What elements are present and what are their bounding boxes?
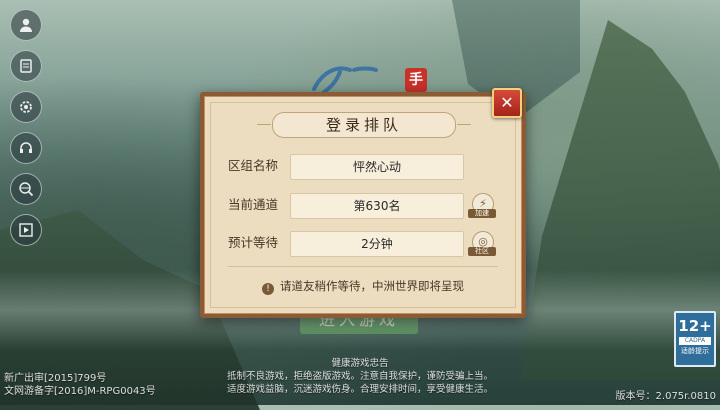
divider (228, 266, 498, 267)
logo-seal: 手 (405, 68, 427, 92)
version-label: 版本号：2.075r.0810 (615, 391, 716, 402)
left-sidebar (10, 9, 42, 255)
queue-label: 当前通道 (228, 197, 279, 212)
exclamation-icon: ! (262, 283, 274, 295)
wait-time-value: 2分钟 (290, 231, 464, 257)
notice-icon[interactable] (10, 50, 42, 82)
globe-search-icon[interactable] (10, 173, 42, 205)
age-tip: 适龄提示 (681, 347, 709, 355)
health-advice: 健康游戏忠告 抵制不良游戏，拒绝盗版游戏。注意自我保护，谨防受骗上当。 适度游戏… (0, 357, 720, 396)
community-caption[interactable]: 社区 (468, 247, 496, 256)
advice-title: 健康游戏忠告 (331, 358, 389, 369)
speedup-caption[interactable]: 加速 (468, 209, 496, 218)
notice-text: 请道友稍作等待，中洲世界即将呈现 (280, 279, 464, 293)
server-value: 怦然心动 (290, 154, 464, 180)
cadpa-label: CADPA (679, 337, 711, 345)
advice-line: 抵制不良游戏，拒绝盗版游戏。注意自我保护，谨防受骗上当。 (226, 371, 493, 382)
headset-icon[interactable] (10, 132, 42, 164)
queue-position-value: 第630名 (290, 193, 464, 219)
close-button[interactable]: ✕ (492, 88, 522, 118)
dialog-title: 登录排队 (257, 112, 471, 138)
user-icon[interactable] (10, 9, 42, 41)
queue-notice: ! 请道友稍作等待，中洲世界即将呈现 (204, 278, 522, 295)
advice-line: 适度游戏益脑，沉迷游戏伤身。合理安排时间，享受健康生活。 (226, 384, 493, 395)
login-queue-dialog: 登录排队 ✕ 区组名称 怦然心动 当前通道 第630名 ⚡ 加速 预计等待 2分… (200, 88, 526, 318)
wait-label: 预计等待 (228, 235, 279, 250)
age-rating: 12+ (678, 317, 712, 335)
server-label: 区组名称 (228, 158, 279, 173)
video-icon[interactable] (10, 214, 42, 246)
settings-icon[interactable] (10, 91, 42, 123)
